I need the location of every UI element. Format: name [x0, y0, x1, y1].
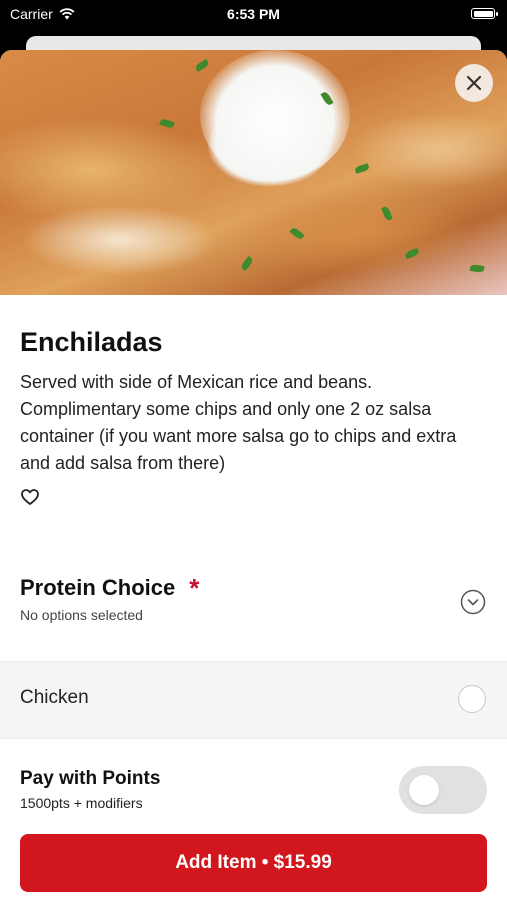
item-image — [0, 50, 507, 295]
points-title: Pay with Points — [20, 768, 161, 789]
garnish — [469, 263, 485, 274]
garnish — [354, 163, 370, 174]
garnish — [381, 205, 393, 222]
protein-title-text: Protein Choice — [20, 575, 176, 600]
option-label: Chicken — [20, 687, 89, 708]
protein-choice-header[interactable]: Protein Choice * No options selected — [20, 575, 199, 623]
sour-cream-topping — [200, 50, 350, 180]
add-item-button[interactable]: Add Item • $15.99 — [20, 834, 487, 892]
points-subtitle: 1500pts + modifiers — [20, 795, 143, 811]
protein-choice-status: No options selected — [20, 607, 143, 623]
garnish — [404, 247, 420, 260]
garnish — [289, 226, 305, 241]
status-bar: Carrier 6:53 PM — [0, 0, 507, 30]
garnish — [159, 117, 175, 130]
chevron-down-circle-icon[interactable] — [460, 589, 486, 615]
toggle-knob — [409, 775, 439, 805]
radio-icon[interactable] — [458, 685, 486, 713]
required-indicator: * — [189, 573, 200, 603]
battery-icon — [471, 8, 498, 19]
garnish — [239, 255, 255, 272]
item-description: Served with side of Mexican rice and bea… — [20, 372, 457, 473]
points-toggle[interactable] — [399, 766, 487, 814]
close-button[interactable] — [455, 64, 493, 102]
heart-icon[interactable] — [20, 487, 40, 507]
pay-with-points-row: Pay with Points 1500pts + modifiers — [0, 750, 507, 830]
status-time: 6:53 PM — [227, 6, 280, 22]
close-icon — [466, 75, 482, 91]
item-title: Enchiladas — [20, 327, 163, 357]
item-detail-sheet: Enchiladas Served with side of Mexican r… — [0, 50, 507, 900]
protein-choice-title: Protein Choice * — [20, 575, 199, 601]
protein-option-chicken[interactable]: Chicken — [0, 661, 507, 739]
garnish — [194, 58, 210, 73]
